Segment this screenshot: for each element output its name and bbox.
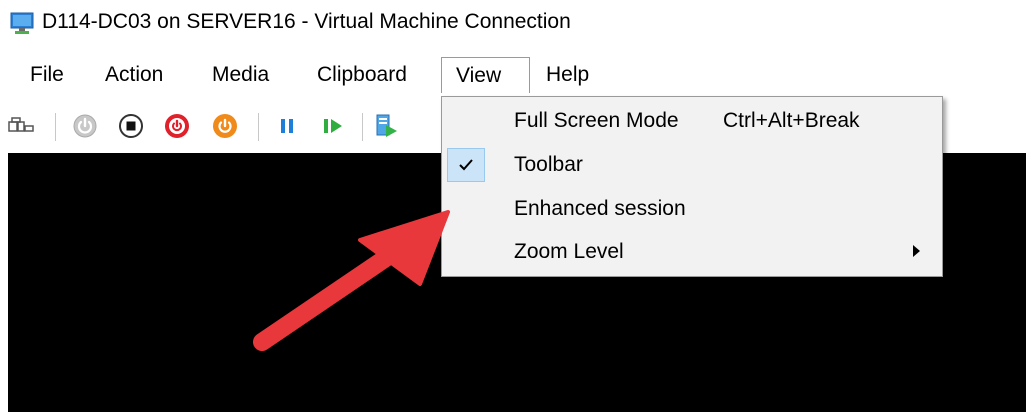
menu-item-toolbar[interactable]: Toolbar [443,144,942,186]
shutdown-icon[interactable] [162,111,192,141]
window-title: D114-DC03 on SERVER16 - Virtual Machine … [42,10,571,33]
menu-item-label: Full Screen Mode [514,109,679,132]
toolbar-separator [362,113,363,141]
view-menu-dropdown: Full Screen Mode Ctrl+Alt+Break Toolbar … [441,96,943,277]
toolbar-separator [55,113,56,141]
checkpoint-icon[interactable] [372,111,402,141]
menu-item-full-screen-mode[interactable]: Full Screen Mode Ctrl+Alt+Break [443,100,942,142]
menu-item-enhanced-session[interactable]: Enhanced session [443,188,942,230]
menu-file[interactable]: File [16,57,78,93]
menu-media[interactable]: Media [198,57,283,93]
menu-item-label: Enhanced session [514,197,686,220]
vm-connection-icon [10,12,34,34]
ctrl-alt-del-icon[interactable] [6,111,36,141]
save-icon[interactable] [210,111,240,141]
resume-icon[interactable] [318,111,348,141]
check-icon [447,148,485,182]
menu-action[interactable]: Action [91,57,177,93]
menu-bar: File Action Media Clipboard View Help [0,52,1026,98]
menu-item-label: Toolbar [514,153,583,176]
menu-help[interactable]: Help [532,57,603,93]
submenu-arrow-icon [913,245,920,257]
pause-icon[interactable] [272,111,302,141]
toolbar-separator [258,113,259,141]
title-bar: D114-DC03 on SERVER16 - Virtual Machine … [0,0,1026,46]
menu-item-label: Zoom Level [514,240,624,263]
menu-item-zoom-level[interactable]: Zoom Level [443,231,942,273]
menu-clipboard[interactable]: Clipboard [303,57,421,93]
turn-off-icon[interactable] [116,111,146,141]
start-icon[interactable] [70,111,100,141]
menu-view[interactable]: View [441,57,530,93]
menu-item-shortcut: Ctrl+Alt+Break [723,109,860,132]
